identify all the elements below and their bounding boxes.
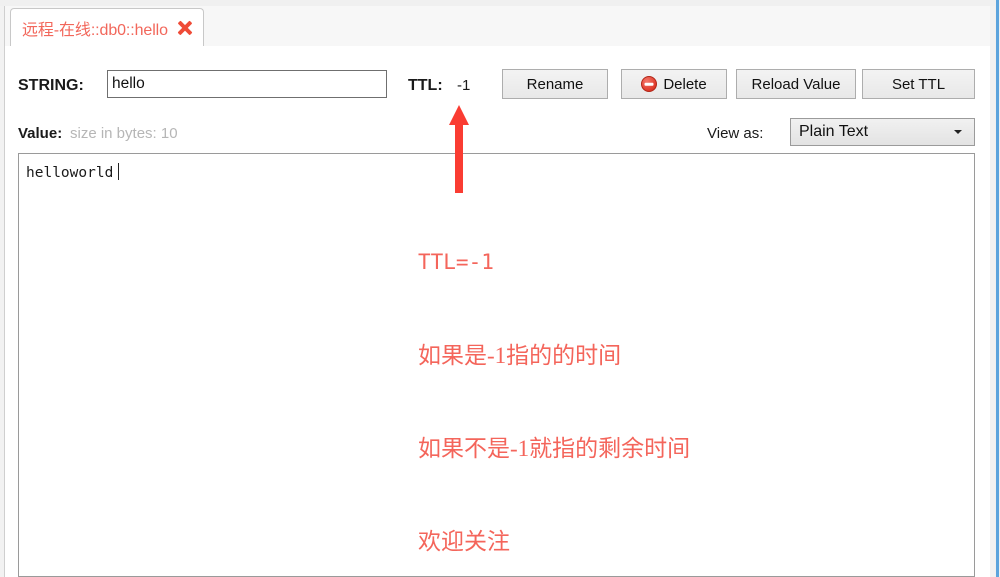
set-ttl-button-label: Set TTL <box>891 75 946 93</box>
rename-button[interactable]: Rename <box>502 69 608 99</box>
value-editor-text: helloworld <box>26 165 114 181</box>
delete-button[interactable]: Delete <box>621 69 727 99</box>
chevron-down-icon <box>954 130 962 134</box>
tab-key-hello[interactable]: 远程-在线::db0::hello <box>10 8 204 46</box>
key-type-label: STRING: <box>18 77 84 94</box>
view-as-label: View as: <box>707 125 764 142</box>
tab-label: 远程-在线::db0::hello <box>22 21 168 39</box>
ttl-value: -1 <box>457 77 471 94</box>
value-meta-row: Value: size in bytes: 10 View as: Plain … <box>5 118 990 150</box>
close-x-icon[interactable] <box>177 20 193 36</box>
value-editor-content: helloworld <box>26 163 120 181</box>
view-as-select[interactable]: Plain Text <box>790 118 975 146</box>
window-right-border <box>995 0 1000 577</box>
tab-strip: 远程-在线::db0::hello <box>5 6 990 47</box>
ttl-label: TTL: <box>408 77 443 94</box>
value-size-text: size in bytes: 10 <box>70 125 178 142</box>
key-detail-panel: STRING: TTL: -1 Rename Delete Reload Val… <box>5 46 990 577</box>
view-as-selected-value: Plain Text <box>799 123 869 140</box>
rename-button-label: Rename <box>526 75 584 93</box>
key-toolbar-row: STRING: TTL: -1 Rename Delete Reload Val… <box>5 69 990 104</box>
reload-value-button-label: Reload Value <box>751 75 841 93</box>
set-ttl-button[interactable]: Set TTL <box>862 69 975 99</box>
text-caret <box>118 163 120 180</box>
delete-circle-icon <box>641 76 658 92</box>
delete-button-label: Delete <box>663 75 707 93</box>
value-label: Value: <box>18 125 63 142</box>
app-window: 远程-在线::db0::hello STRING: TTL: -1 Rename… <box>0 0 1000 577</box>
value-editor[interactable]: helloworld <box>18 153 975 577</box>
window-accent-border <box>996 0 999 577</box>
reload-value-button[interactable]: Reload Value <box>736 69 856 99</box>
key-name-input[interactable] <box>107 70 387 98</box>
